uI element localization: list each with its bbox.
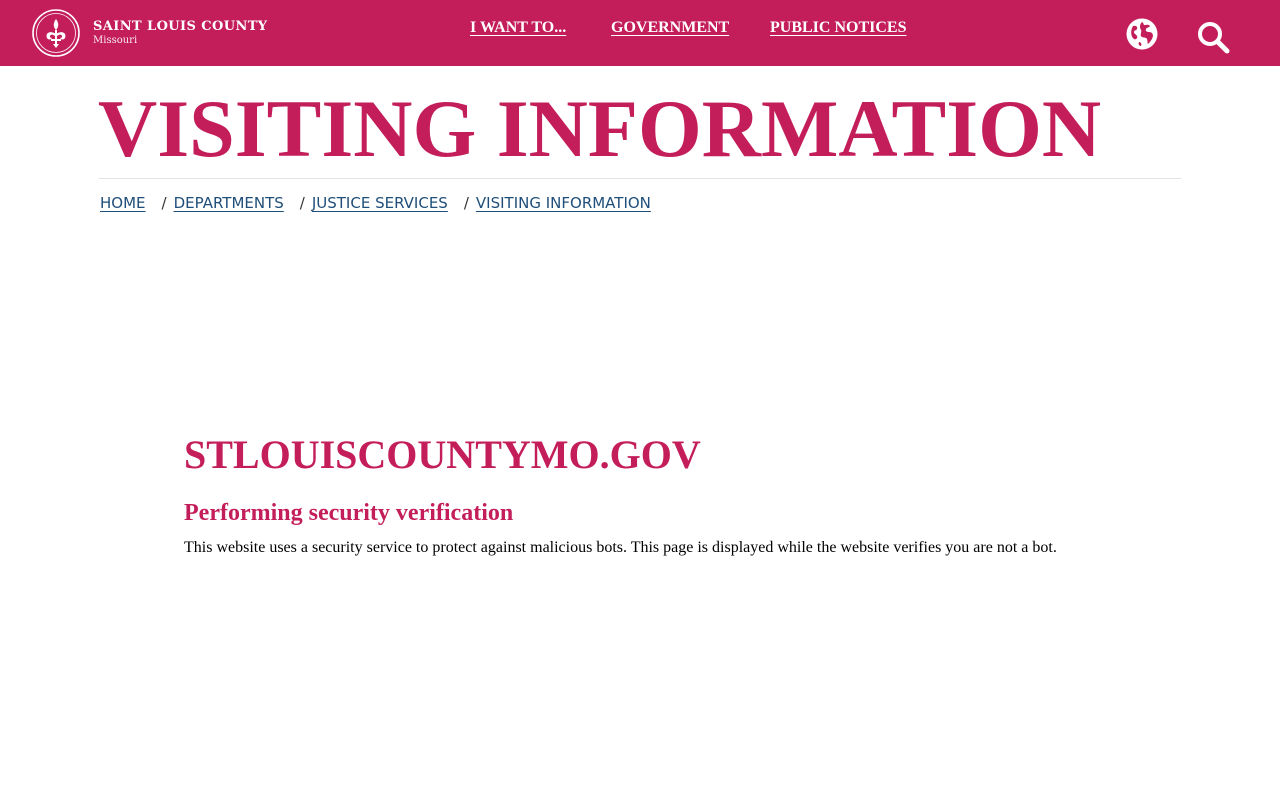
page-title: VISITING INFORMATION: [98, 83, 1102, 174]
site-header: SAINT LOUIS COUNTY Missouri I WANT TO...…: [0, 0, 1280, 66]
breadcrumb: HOME / DEPARTMENTS / JUSTICE SERVICES / …: [100, 194, 651, 212]
translate-button[interactable]: [1125, 17, 1159, 51]
county-name: SAINT LOUIS COUNTY: [93, 19, 268, 34]
breadcrumb-home[interactable]: HOME: [100, 194, 146, 212]
search-button[interactable]: [1196, 20, 1230, 54]
search-icon: [1198, 22, 1230, 54]
breadcrumb-visiting-information[interactable]: VISITING INFORMATION: [476, 194, 651, 212]
county-logo-link[interactable]: SAINT LOUIS COUNTY Missouri: [31, 8, 267, 58]
nav-government[interactable]: GOVERNMENT: [611, 19, 729, 37]
verification-message: This website uses a security service to …: [184, 539, 1057, 556]
verification-domain: STLOUISCOUNTYMO.GOV: [184, 432, 701, 477]
breadcrumb-separator: /: [161, 194, 167, 212]
globe-icon: [1126, 18, 1158, 50]
state-name: Missouri: [93, 35, 138, 46]
security-verification-panel: STLOUISCOUNTYMO.GOV Performing security …: [184, 432, 1144, 558]
breadcrumb-departments[interactable]: DEPARTMENTS: [174, 194, 284, 212]
verification-heading: Performing security verification: [184, 500, 514, 526]
breadcrumb-separator: /: [299, 194, 305, 212]
breadcrumb-justice-services[interactable]: JUSTICE SERVICES: [312, 194, 448, 212]
nav-public-notices[interactable]: PUBLIC NOTICES: [770, 19, 906, 37]
nav-i-want-to[interactable]: I WANT TO...: [470, 19, 566, 37]
county-seal-icon: [32, 9, 80, 57]
breadcrumb-separator: /: [463, 194, 469, 212]
title-divider: [99, 178, 1181, 179]
